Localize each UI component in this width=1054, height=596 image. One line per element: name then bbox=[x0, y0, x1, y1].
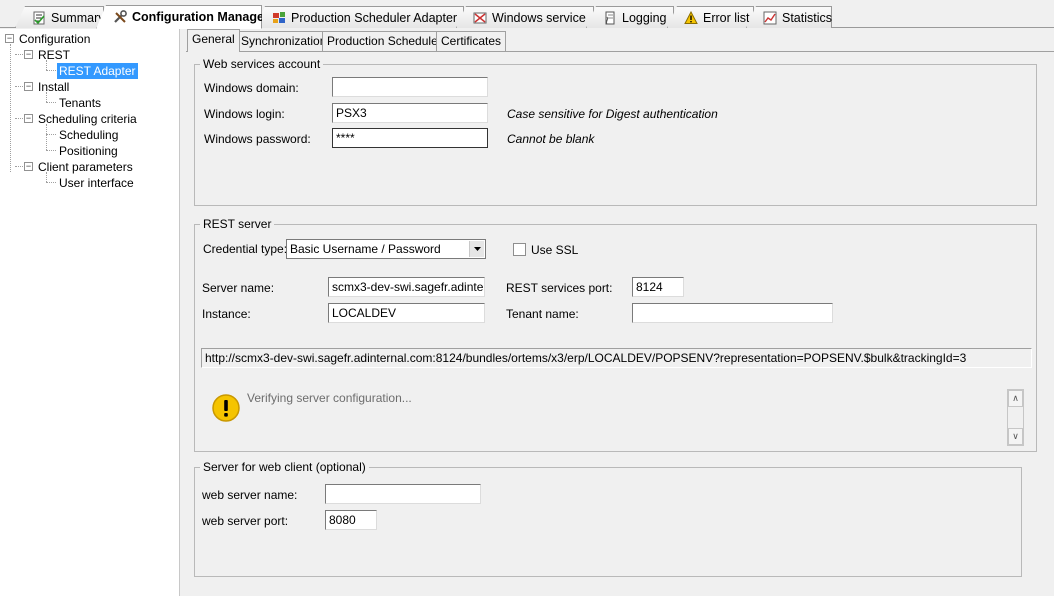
rest-services-port-input[interactable]: 8124 bbox=[632, 277, 684, 297]
tree-connector bbox=[46, 134, 56, 135]
tab-error-list[interactable]: Error list bbox=[667, 6, 754, 28]
adapter-icon bbox=[272, 11, 286, 25]
tree-connector bbox=[46, 70, 56, 71]
tree-item-install[interactable]: Install bbox=[38, 79, 69, 95]
tools-icon bbox=[113, 10, 127, 24]
tab-windows-service-label: Windows service bbox=[492, 10, 586, 25]
rest-url-field[interactable]: http://scmx3-dev-swi.sagefr.adinternal.c… bbox=[201, 348, 1032, 368]
use-ssl-checkbox[interactable] bbox=[513, 243, 526, 256]
web-services-account-group bbox=[194, 64, 1037, 206]
web-server-name-label: web server name: bbox=[202, 488, 298, 502]
panel-splitter[interactable] bbox=[180, 29, 186, 596]
rest-services-port-label: REST services port: bbox=[506, 281, 613, 295]
windows-password-label: Windows password: bbox=[204, 132, 311, 146]
tab-logging[interactable]: Logging bbox=[586, 6, 674, 28]
tab-synchronization[interactable]: Synchronization bbox=[236, 31, 332, 51]
windows-password-input[interactable]: **** bbox=[332, 128, 488, 148]
tree-item-scheduling-criteria[interactable]: Scheduling criteria bbox=[38, 111, 137, 127]
windows-login-hint: Case sensitive for Digest authentication bbox=[507, 107, 718, 121]
configuration-tree[interactable]: − Configuration − REST REST Adapter − In… bbox=[0, 29, 180, 596]
summary-icon bbox=[32, 11, 46, 25]
web-client-title: Server for web client (optional) bbox=[200, 460, 369, 474]
warning-icon bbox=[684, 10, 698, 25]
tab-configuration-manager[interactable]: Configuration Manager bbox=[96, 5, 262, 29]
tab-statistics[interactable]: Statistics bbox=[746, 6, 832, 28]
top-tab-bar: Summary Configuration Manager Production… bbox=[0, 0, 1054, 29]
expand-toggle-configuration[interactable]: − bbox=[5, 34, 14, 43]
use-ssl-label: Use SSL bbox=[531, 243, 579, 257]
credential-type-value: Basic Username / Password bbox=[290, 242, 441, 256]
tree-item-configuration[interactable]: Configuration bbox=[19, 31, 90, 47]
tab-summary[interactable]: Summary bbox=[15, 6, 104, 28]
server-name-input[interactable]: scmx3-dev-swi.sagefr.adinternal bbox=[328, 277, 485, 297]
windows-login-label: Windows login: bbox=[204, 107, 285, 121]
windows-service-icon bbox=[473, 11, 487, 25]
credential-type-label: Credential type: bbox=[203, 242, 288, 256]
dropdown-arrow-icon[interactable] bbox=[469, 241, 484, 257]
tree-connector bbox=[46, 124, 47, 150]
tree-item-rest[interactable]: REST bbox=[38, 47, 70, 63]
scroll-up-button[interactable]: ∧ bbox=[1008, 390, 1023, 407]
tenant-name-label: Tenant name: bbox=[506, 307, 579, 321]
web-services-account-title: Web services account bbox=[200, 57, 324, 71]
scroll-down-button[interactable]: ∨ bbox=[1008, 428, 1023, 445]
tree-connector bbox=[10, 44, 11, 172]
warning-status-icon bbox=[211, 393, 241, 423]
tree-item-tenants[interactable]: Tenants bbox=[59, 95, 101, 111]
web-server-port-label: web server port: bbox=[202, 514, 289, 528]
tree-item-client-parameters[interactable]: Client parameters bbox=[38, 159, 133, 175]
tab-windows-service[interactable]: Windows service bbox=[456, 6, 594, 28]
tree-item-scheduling[interactable]: Scheduling bbox=[59, 127, 118, 143]
tree-connector bbox=[46, 182, 56, 183]
windows-login-input[interactable]: PSX3 bbox=[332, 103, 488, 123]
tab-error-list-label: Error list bbox=[703, 10, 750, 25]
credential-type-select[interactable]: Basic Username / Password bbox=[286, 239, 486, 259]
tab-general[interactable]: General bbox=[187, 29, 240, 52]
tree-connector bbox=[46, 150, 56, 151]
tab-certificates[interactable]: Certificates bbox=[436, 31, 507, 51]
statistics-icon bbox=[763, 11, 777, 25]
inner-tab-baseline bbox=[186, 51, 1054, 52]
rest-server-title: REST server bbox=[200, 217, 275, 231]
server-name-label: Server name: bbox=[202, 281, 275, 295]
instance-input[interactable]: LOCALDEV bbox=[328, 303, 485, 323]
expand-toggle-scheduling-criteria[interactable]: − bbox=[24, 114, 33, 123]
tab-production-scheduler-adapter-label: Production Scheduler Adapter bbox=[291, 10, 458, 25]
tenant-name-input[interactable] bbox=[632, 303, 833, 323]
windows-domain-label: Windows domain: bbox=[204, 81, 299, 95]
tree-connector bbox=[46, 102, 56, 103]
tab-logging-label: Logging bbox=[622, 10, 667, 25]
expand-toggle-install[interactable]: − bbox=[24, 82, 33, 91]
tab-production-scheduler-adapter[interactable]: Production Scheduler Adapter bbox=[255, 6, 464, 28]
instance-label: Instance: bbox=[202, 307, 251, 321]
status-scrollbar[interactable]: ∧ ∨ bbox=[1007, 389, 1024, 446]
web-server-name-input[interactable] bbox=[325, 484, 481, 504]
windows-password-hint: Cannot be blank bbox=[507, 132, 595, 146]
tab-summary-label: Summary bbox=[51, 10, 105, 25]
tree-item-user-interface[interactable]: User interface bbox=[59, 175, 134, 191]
expand-toggle-client-parameters[interactable]: − bbox=[24, 162, 33, 171]
windows-domain-input[interactable] bbox=[332, 77, 488, 97]
tab-configuration-manager-label: Configuration Manager bbox=[132, 10, 269, 24]
web-server-port-input[interactable]: 8080 bbox=[325, 510, 377, 530]
status-message: Verifying server configuration... bbox=[247, 391, 412, 405]
tab-statistics-label: Statistics bbox=[782, 10, 833, 25]
logging-icon bbox=[603, 11, 617, 25]
web-client-group bbox=[194, 467, 1022, 577]
tree-item-positioning[interactable]: Positioning bbox=[59, 143, 118, 159]
tree-item-rest-adapter[interactable]: REST Adapter bbox=[57, 63, 138, 79]
tab-production-scheduler[interactable]: Production Scheduler bbox=[322, 31, 447, 51]
expand-toggle-rest[interactable]: − bbox=[24, 50, 33, 59]
